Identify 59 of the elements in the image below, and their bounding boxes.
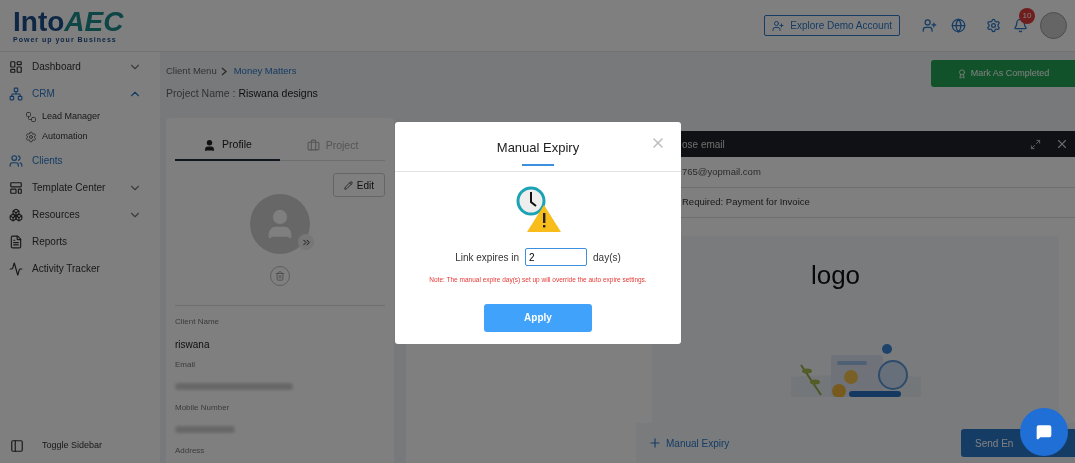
expand-icon[interactable] — [1030, 138, 1041, 150]
dashboard-icon — [9, 59, 23, 74]
user-icon — [203, 138, 217, 152]
manual-expiry-link[interactable]: Manual Expiry — [666, 435, 961, 451]
field-label: Address — [175, 445, 206, 457]
trash-icon — [275, 271, 285, 281]
breadcrumb-link[interactable]: Client Menu — [166, 64, 217, 79]
boxes-icon — [9, 207, 23, 222]
briefcase-icon — [306, 139, 320, 152]
recipient-email: 765@yopmail.com — [682, 164, 761, 179]
sidebar-item[interactable]: Resources — [0, 201, 160, 228]
sidebar-item[interactable]: Dashboard — [0, 53, 160, 80]
plus-icon — [648, 436, 662, 450]
field-label: Mobile Number — [175, 402, 231, 414]
gear-icon — [25, 131, 37, 143]
report-icon — [9, 234, 23, 249]
mark-completed-button[interactable]: Mark As Completed — [931, 60, 1075, 87]
toggle-sidebar[interactable]: Toggle Sidebar — [0, 429, 160, 463]
settings-icon[interactable] — [986, 18, 1001, 33]
add-user-icon[interactable] — [922, 18, 937, 33]
days-input[interactable]: 2 — [525, 248, 588, 266]
explore-demo-button[interactable]: Explore Demo Account — [764, 15, 900, 36]
notification-badge: 10 — [1019, 8, 1035, 24]
apply-button[interactable]: Apply — [484, 303, 592, 332]
avatar[interactable] — [1040, 12, 1067, 39]
sidebar-subitem[interactable]: Automation — [0, 127, 160, 147]
users-icon — [9, 153, 23, 168]
breadcrumb-current[interactable]: Money Matters — [233, 64, 297, 79]
activity-icon — [9, 261, 23, 276]
chevron-right-icon — [220, 66, 227, 76]
chat-icon — [1036, 424, 1052, 440]
project-name: Riswana designs — [238, 87, 318, 100]
project-label: Project Name : — [166, 87, 237, 100]
workflow-icon — [25, 111, 37, 123]
unit-label: day(s) — [593, 250, 621, 265]
expiry-label: Link expires in — [455, 250, 520, 265]
field-value: riswana — [175, 338, 211, 352]
sidebar-item[interactable]: CRM — [0, 80, 160, 107]
pencil-icon — [343, 180, 353, 190]
user-icon — [772, 19, 785, 32]
blurred-value — [175, 426, 235, 433]
profile-tab[interactable]: Profile — [175, 131, 280, 161]
clock-warning-icon — [515, 185, 561, 233]
sidebar-item[interactable]: Template Center — [0, 174, 160, 201]
edit-button[interactable]: Edit — [332, 173, 385, 197]
close-icon[interactable] — [1055, 137, 1069, 151]
template-icon — [9, 180, 23, 195]
sidebar-item[interactable]: Activity Tracker — [0, 255, 160, 282]
dialog-title: Manual Expiry — [496, 139, 580, 157]
network-icon — [9, 86, 23, 101]
sidebar-subitem[interactable]: Lead Manager — [0, 107, 160, 127]
subject-line: Required: Payment for Invoice — [682, 195, 810, 210]
globe-icon[interactable] — [951, 18, 966, 33]
sidebar-item[interactable]: Reports — [0, 228, 160, 255]
compose-title: ose email — [682, 137, 726, 152]
sidebar-icon — [10, 439, 24, 453]
broken-image-alt: logo — [810, 259, 861, 292]
sidebar-item[interactable]: Clients — [0, 147, 160, 174]
bell-icon[interactable] — [1013, 18, 1028, 33]
